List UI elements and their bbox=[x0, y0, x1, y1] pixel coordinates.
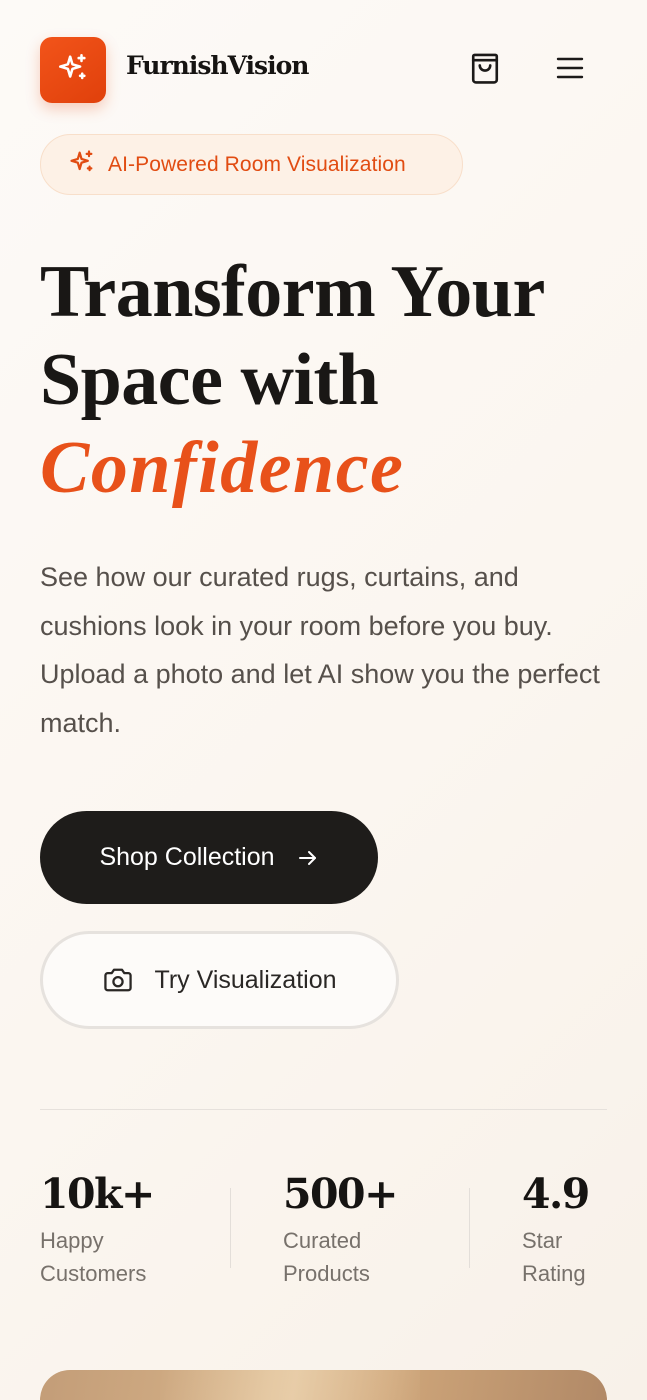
hero-title-line1: Transform Your bbox=[40, 251, 545, 333]
stat-label-line: Curated bbox=[283, 1228, 362, 1253]
try-visualization-button[interactable]: Try Visualization bbox=[40, 931, 399, 1029]
hero-title-line2: Space with bbox=[40, 339, 379, 421]
brand-name[interactable]: FurnishVision bbox=[126, 51, 309, 80]
stat-separator bbox=[230, 1188, 231, 1268]
menu-button[interactable] bbox=[550, 51, 590, 89]
site-header: FurnishVision bbox=[40, 37, 607, 103]
logo[interactable] bbox=[40, 37, 106, 103]
shopping-bag-icon bbox=[469, 51, 501, 90]
hero-title-accent: Confidence bbox=[40, 427, 405, 509]
badge-label: AI-Powered Room Visualization bbox=[108, 152, 406, 176]
stat-value: 500+ bbox=[283, 1170, 398, 1218]
stat-value: 4.9 bbox=[522, 1170, 590, 1218]
sparkles-icon bbox=[68, 148, 96, 181]
shop-collection-button[interactable]: Shop Collection bbox=[40, 811, 378, 904]
hero-description: See how our curated rugs, curtains, and … bbox=[40, 562, 600, 738]
camera-icon bbox=[102, 966, 134, 994]
try-visualization-label: Try Visualization bbox=[154, 965, 337, 994]
stat-label-line: Star bbox=[522, 1228, 563, 1253]
stat-products: 500+ Curated Products bbox=[283, 1168, 433, 1290]
stat-label-line: Products bbox=[283, 1261, 370, 1286]
preview-highlight bbox=[160, 1370, 420, 1400]
stat-label-line: Customers bbox=[40, 1261, 147, 1286]
arrow-right-icon bbox=[297, 848, 319, 868]
stat-label: Happy Customers bbox=[40, 1224, 190, 1290]
cart-button[interactable] bbox=[466, 51, 504, 89]
room-preview-image bbox=[40, 1370, 607, 1400]
stat-customers: 10k+ Happy Customers bbox=[40, 1168, 190, 1290]
stat-label-line: Happy bbox=[40, 1228, 104, 1253]
sparkles-icon bbox=[56, 51, 90, 90]
stat-rating: 4.9 Star Rating bbox=[522, 1168, 622, 1290]
feature-badge: AI-Powered Room Visualization bbox=[40, 134, 463, 195]
hero-title: Transform Your Space with Confidence bbox=[40, 248, 640, 512]
section-divider bbox=[40, 1109, 607, 1110]
stat-label-line: Rating bbox=[522, 1261, 586, 1286]
stat-value: 10k+ bbox=[40, 1170, 155, 1218]
shop-collection-label: Shop Collection bbox=[99, 843, 275, 871]
stat-label: Curated Products bbox=[283, 1224, 433, 1290]
hamburger-menu-icon bbox=[556, 56, 584, 85]
stat-separator bbox=[469, 1188, 470, 1268]
stat-label: Star Rating bbox=[522, 1224, 622, 1290]
